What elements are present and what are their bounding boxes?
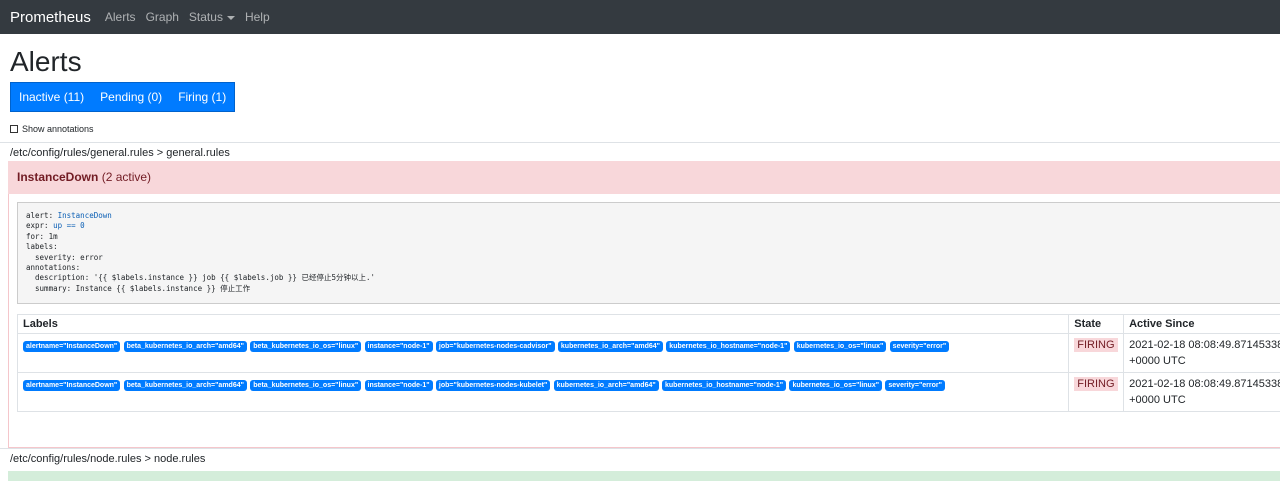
label-badge: instance="node-1" xyxy=(365,341,433,352)
label-badge: severity="error" xyxy=(890,341,950,352)
nav-graph[interactable]: Graph xyxy=(146,10,179,24)
labels-cell: alertname="InstanceDown" beta_kubernetes… xyxy=(18,334,1069,373)
filter-inactive[interactable]: Inactive (11) xyxy=(11,83,92,111)
label-badge: job="kubernetes-nodes-kubelet" xyxy=(436,380,550,391)
filter-buttons: Inactive (11) Pending (0) Firing (1) xyxy=(10,82,235,112)
rule-group: /etc/config/rules/node.rules > node.rule… xyxy=(0,448,1280,467)
rule-group: /etc/config/rules/general.rules > genera… xyxy=(0,142,1280,161)
state-cell: FIRING xyxy=(1069,373,1124,412)
col-active-since: Active Since xyxy=(1124,315,1280,334)
chevron-down-icon xyxy=(227,16,235,20)
rule-header[interactable]: InstanceDown (2 active) xyxy=(8,161,1280,194)
show-annotations[interactable]: Show annotations xyxy=(10,124,1280,134)
label-badge: beta_kubernetes_io_os="linux" xyxy=(250,380,361,391)
table-row: alertname="InstanceDown" beta_kubernetes… xyxy=(18,334,1280,373)
active-since: 2021-02-18 08:08:49.871453388 +0000 UTC xyxy=(1124,373,1280,412)
page-title: Alerts xyxy=(10,46,1280,78)
state-badge: FIRING xyxy=(1074,377,1117,391)
rule-name: InstanceDown xyxy=(17,170,98,184)
rule-body: alert: InstanceDown expr: up == 0 for: 1… xyxy=(8,194,1280,448)
active-since: 2021-02-18 08:08:49.871453388 +0000 UTC xyxy=(1124,334,1280,373)
col-state: State xyxy=(1069,315,1124,334)
label-badge: beta_kubernetes_io_arch="amd64" xyxy=(124,341,247,352)
group-path: /etc/config/rules/general.rules > genera… xyxy=(10,143,1280,161)
table-row: alertname="InstanceDown" beta_kubernetes… xyxy=(18,373,1280,412)
col-labels: Labels xyxy=(18,315,1069,334)
nav-help[interactable]: Help xyxy=(245,10,270,24)
label-badge: kubernetes_io_hostname="node-1" xyxy=(662,380,786,391)
nav-status[interactable]: Status xyxy=(189,10,235,24)
label-badge: kubernetes_io_os="linux" xyxy=(794,341,887,352)
state-cell: FIRING xyxy=(1069,334,1124,373)
label-badge: kubernetes_io_arch="amd64" xyxy=(554,380,659,391)
nav-alerts[interactable]: Alerts xyxy=(105,10,136,24)
label-badge: instance="node-1" xyxy=(365,380,433,391)
label-badge: alertname="InstanceDown" xyxy=(23,341,120,352)
show-annotations-label: Show annotations xyxy=(22,124,94,134)
state-badge: FIRING xyxy=(1074,338,1117,352)
rule-header-ok[interactable] xyxy=(8,471,1280,481)
rule-definition: alert: InstanceDown expr: up == 0 for: 1… xyxy=(17,202,1280,304)
checkbox[interactable] xyxy=(10,125,18,133)
label-badge: alertname="InstanceDown" xyxy=(23,380,120,391)
label-badge: job="kubernetes-nodes-cadvisor" xyxy=(436,341,555,352)
navbar: Prometheus Alerts Graph Status Help xyxy=(0,0,1280,34)
label-badge: beta_kubernetes_io_arch="amd64" xyxy=(124,380,247,391)
brand-link[interactable]: Prometheus xyxy=(10,9,91,26)
nav-status-label: Status xyxy=(189,10,223,24)
alerts-table: LabelsStateActive Since alertname="Insta… xyxy=(17,314,1280,412)
label-badge: kubernetes_io_hostname="node-1" xyxy=(666,341,790,352)
filter-pending[interactable]: Pending (0) xyxy=(92,83,170,111)
label-badge: severity="error" xyxy=(885,380,945,391)
label-badge: kubernetes_io_os="linux" xyxy=(789,380,882,391)
labels-cell: alertname="InstanceDown" beta_kubernetes… xyxy=(18,373,1069,412)
rule-count: (2 active) xyxy=(102,170,151,184)
filter-firing[interactable]: Firing (1) xyxy=(170,83,234,111)
label-badge: beta_kubernetes_io_os="linux" xyxy=(250,341,361,352)
label-badge: kubernetes_io_arch="amd64" xyxy=(558,341,663,352)
group-path: /etc/config/rules/node.rules > node.rule… xyxy=(10,449,1280,467)
